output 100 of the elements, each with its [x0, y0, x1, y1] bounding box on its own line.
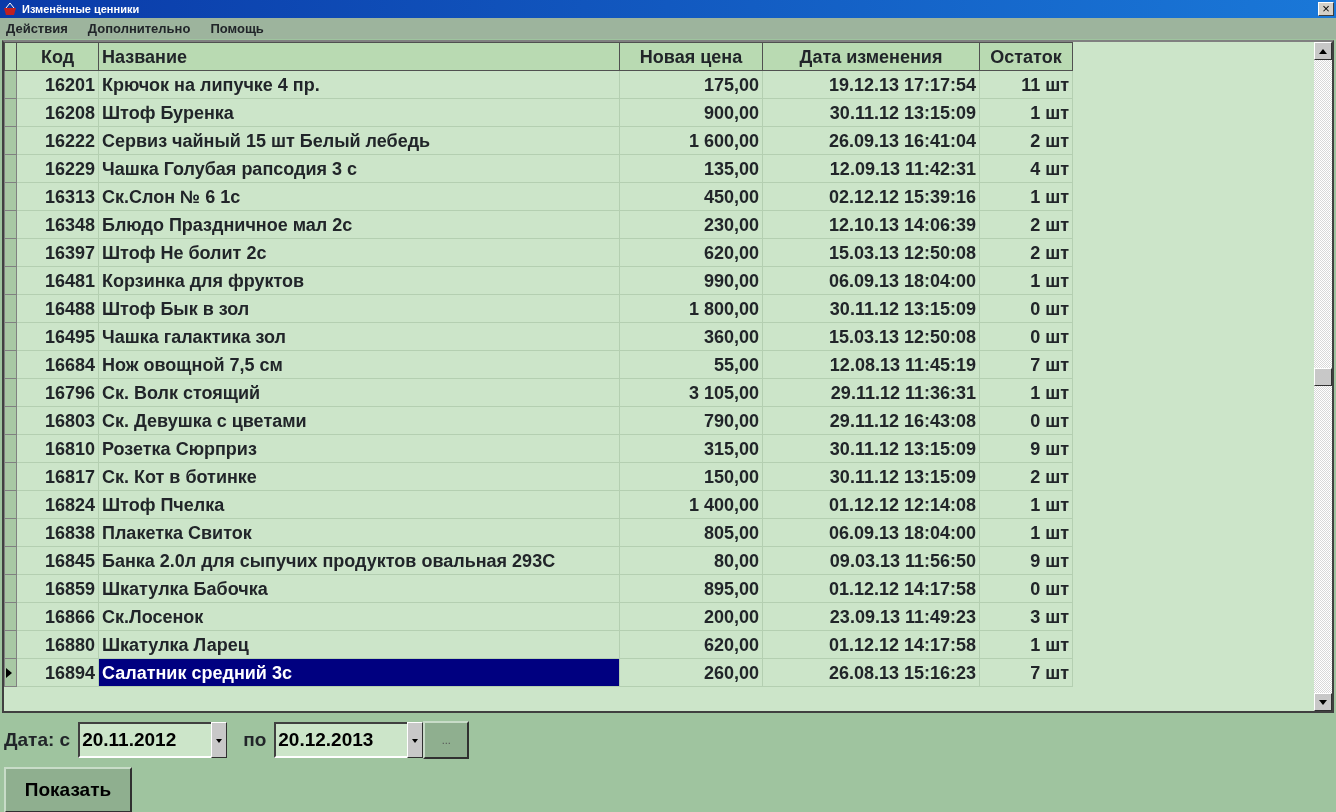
code-cell: 16803	[16, 406, 99, 435]
scroll-thumb[interactable]	[1314, 367, 1332, 386]
scroll-up-button[interactable]	[1314, 42, 1332, 60]
column-header[interactable]: Остаток	[979, 42, 1073, 71]
column-header[interactable]: Код	[16, 42, 99, 71]
name-cell: Шкатулка Бабочка	[98, 574, 620, 603]
date-cell: 23.09.13 11:49:23	[762, 602, 980, 631]
vertical-scrollbar[interactable]	[1314, 42, 1332, 711]
name-cell: Ск. Волк стоящий	[98, 378, 620, 407]
code-cell: 16859	[16, 574, 99, 603]
code-cell: 16880	[16, 630, 99, 659]
code-cell: 16824	[16, 490, 99, 519]
column-header[interactable]: Название	[98, 42, 620, 71]
stock-cell: 1 шт	[979, 98, 1073, 127]
name-cell: Ск. Кот в ботинке	[98, 462, 620, 491]
price-cell: 315,00	[619, 434, 763, 463]
price-cell: 175,00	[619, 70, 763, 99]
down-triangle-icon	[216, 738, 223, 743]
up-triangle-icon	[1319, 49, 1327, 55]
date-cell: 30.11.12 13:15:09	[762, 294, 980, 323]
name-cell: Корзинка для фруктов	[98, 266, 620, 295]
date-cell: 01.12.12 14:17:58	[762, 574, 980, 603]
stock-cell: 2 шт	[979, 238, 1073, 267]
stock-cell: 9 шт	[979, 546, 1073, 575]
column-header[interactable]: Новая цена	[619, 42, 763, 71]
code-cell: 16838	[16, 518, 99, 547]
stock-cell: 1 шт	[979, 630, 1073, 659]
stock-cell: 7 шт	[979, 350, 1073, 379]
date-cell: 26.08.13 15:16:23	[762, 658, 980, 687]
date-cell: 12.10.13 14:06:39	[762, 210, 980, 239]
column-header[interactable]: Дата изменения	[762, 42, 980, 71]
stock-cell: 11 шт	[979, 70, 1073, 99]
date-cell: 30.11.12 13:15:09	[762, 434, 980, 463]
date-from-field[interactable]: 20.11.2012	[78, 722, 212, 758]
date-cell: 02.12.12 15:39:16	[762, 182, 980, 211]
price-cell: 900,00	[619, 98, 763, 127]
down-triangle-icon	[412, 738, 419, 743]
date-cell: 12.09.13 11:42:31	[762, 154, 980, 183]
name-cell: Плакетка Свиток	[98, 518, 620, 547]
name-cell: Шкатулка Ларец	[98, 630, 620, 659]
stock-cell: 9 шт	[979, 434, 1073, 463]
price-cell: 55,00	[619, 350, 763, 379]
code-cell: 16894	[16, 658, 99, 687]
price-cell: 230,00	[619, 210, 763, 239]
menu-item[interactable]: Помощь	[210, 18, 264, 39]
date-from-label: Дата: с	[4, 727, 71, 752]
name-cell: Крючок на липучке 4 пр.	[98, 70, 620, 99]
name-cell: Чашка Голубая рапсодия 3 с	[98, 154, 620, 183]
stock-cell: 2 шт	[979, 126, 1073, 155]
stock-cell: 0 шт	[979, 294, 1073, 323]
code-cell: 16488	[16, 294, 99, 323]
stock-cell: 1 шт	[979, 490, 1073, 519]
stock-cell: 1 шт	[979, 378, 1073, 407]
window-title: Изменённые ценники	[22, 1, 140, 17]
date-cell: 06.09.13 18:04:00	[762, 518, 980, 547]
name-cell: Штоф Бык в зол	[98, 294, 620, 323]
price-cell: 1 800,00	[619, 294, 763, 323]
code-cell: 16208	[16, 98, 99, 127]
stock-cell: 7 шт	[979, 658, 1073, 687]
date-cell: 01.12.12 14:17:58	[762, 630, 980, 659]
price-cell: 360,00	[619, 322, 763, 351]
down-triangle-icon	[1319, 700, 1327, 706]
show-button[interactable]: Показать	[4, 767, 132, 812]
code-cell: 16796	[16, 378, 99, 407]
scroll-down-button[interactable]	[1314, 693, 1332, 711]
price-cell: 260,00	[619, 658, 763, 687]
menu-item[interactable]: Действия	[6, 18, 68, 39]
basket-icon	[2, 2, 18, 16]
date-cell: 30.11.12 13:15:09	[762, 98, 980, 127]
price-cell: 620,00	[619, 238, 763, 267]
code-cell: 16201	[16, 70, 99, 99]
date-cell: 06.09.13 18:04:00	[762, 266, 980, 295]
stock-cell: 2 шт	[979, 462, 1073, 491]
stock-cell: 1 шт	[979, 266, 1073, 295]
dropdown-button[interactable]	[407, 722, 424, 758]
name-cell: Штоф Не болит 2с	[98, 238, 620, 267]
menu-item[interactable]: Дополнительно	[87, 18, 191, 39]
date-to-label: по	[243, 727, 267, 752]
code-cell: 16348	[16, 210, 99, 239]
dropdown-button[interactable]	[211, 722, 228, 758]
code-cell: 16810	[16, 434, 99, 463]
date-cell: 12.08.13 11:45:19	[762, 350, 980, 379]
price-cell: 620,00	[619, 630, 763, 659]
stock-cell: 3 шт	[979, 602, 1073, 631]
close-button[interactable]: ×	[1318, 2, 1334, 16]
date-cell: 09.03.13 11:56:50	[762, 546, 980, 575]
price-cell: 135,00	[619, 154, 763, 183]
name-cell: Блюдо Праздничное мал 2с	[98, 210, 620, 239]
code-cell: 16684	[16, 350, 99, 379]
stock-cell: 4 шт	[979, 154, 1073, 183]
code-cell: 16313	[16, 182, 99, 211]
stock-cell: 1 шт	[979, 518, 1073, 547]
stock-cell: 0 шт	[979, 406, 1073, 435]
stock-cell: 2 шт	[979, 210, 1073, 239]
date-cell: 19.12.13 17:17:54	[762, 70, 980, 99]
code-cell: 16817	[16, 462, 99, 491]
stock-cell: 1 шт	[979, 182, 1073, 211]
name-cell: Ск.Слон № 6 1с	[98, 182, 620, 211]
price-cell: 805,00	[619, 518, 763, 547]
date-to-field[interactable]: 20.12.2013	[274, 722, 408, 758]
